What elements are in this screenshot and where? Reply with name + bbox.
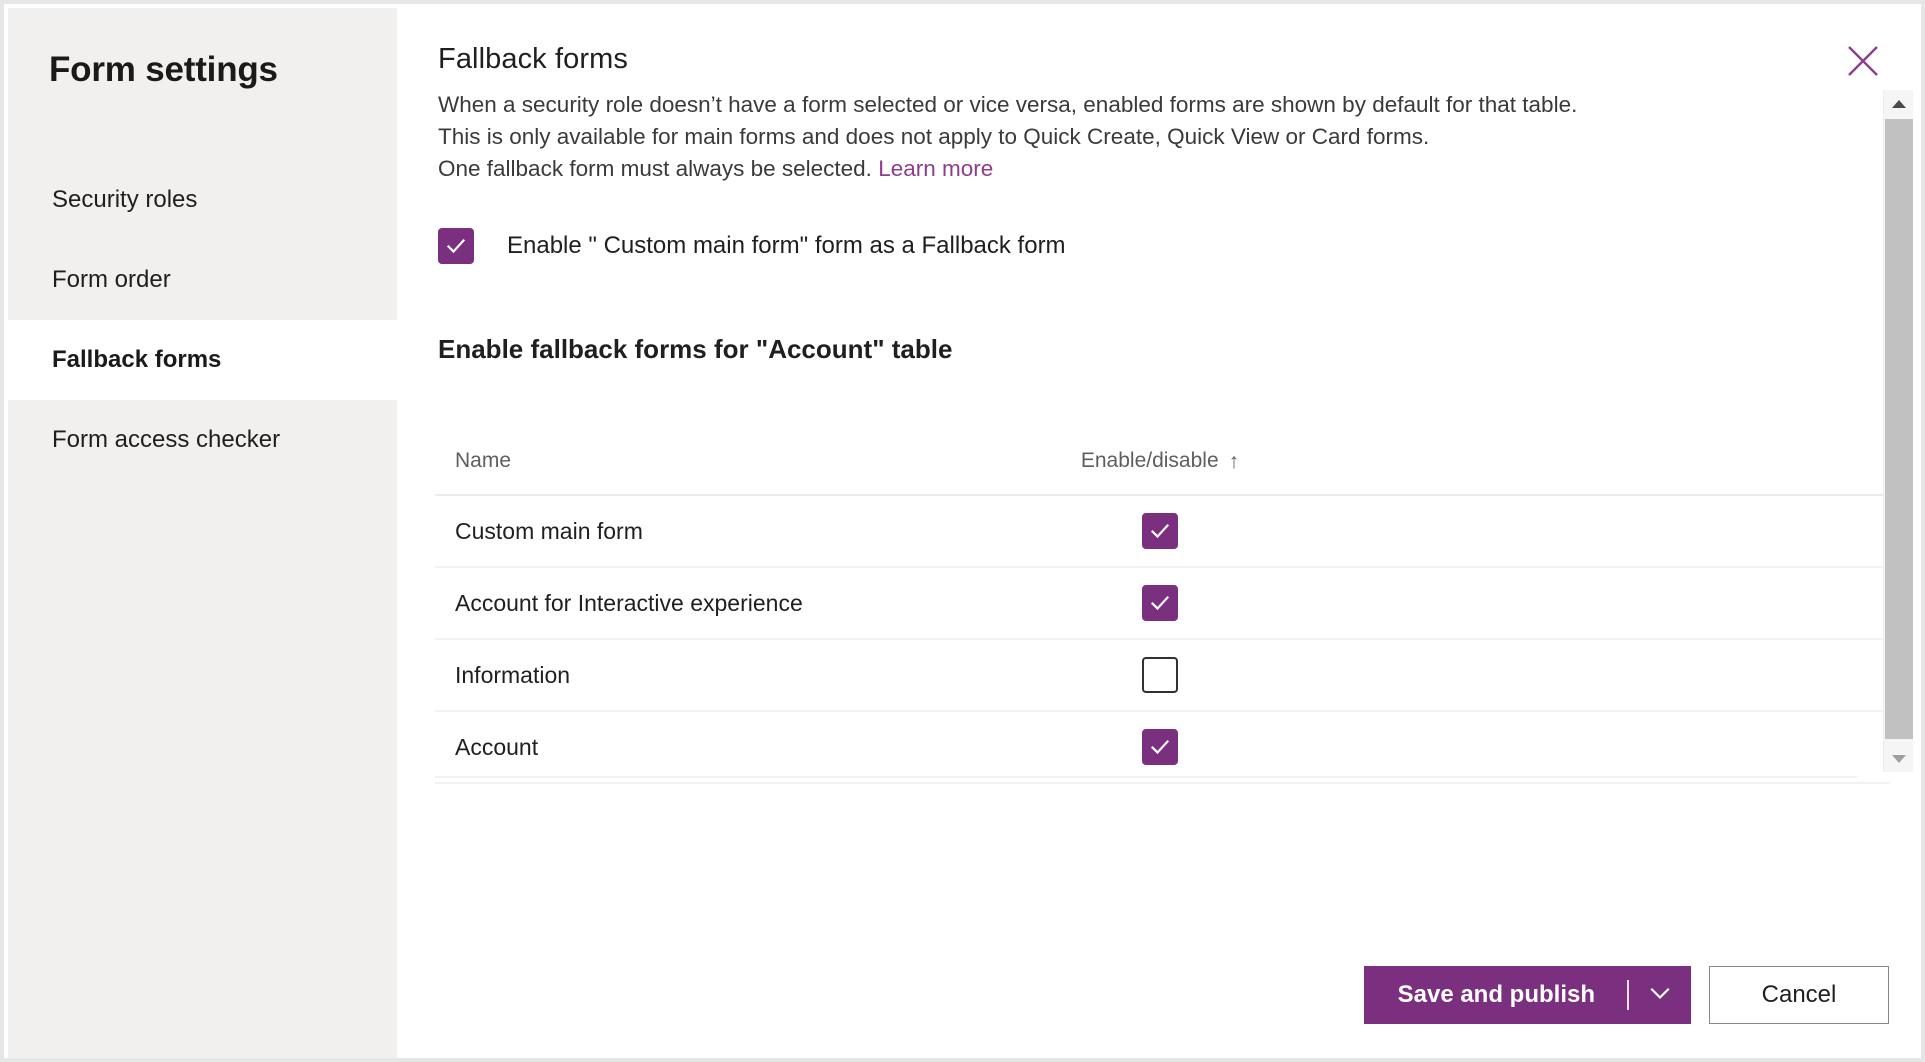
table-cell-enable <box>1045 585 1275 621</box>
sidebar-item-form-access-checker[interactable]: Form access checker <box>8 400 397 480</box>
dialog-footer: Save and publish Cancel <box>1364 966 1889 1024</box>
split-button-divider <box>1627 980 1629 1010</box>
save-and-publish-button[interactable]: Save and publish <box>1364 981 1627 1009</box>
checkmark-icon <box>1149 736 1171 758</box>
sidebar-item-label: Form order <box>52 266 171 294</box>
table-cell-enable <box>1045 657 1275 693</box>
table-cell-name: Account for Interactive experience <box>435 590 1045 617</box>
fallback-forms-table: Name Enable/disable ↑ Custom main form <box>435 428 1890 784</box>
chevron-up-icon <box>1892 100 1906 108</box>
sidebar-item-label: Fallback forms <box>52 346 221 374</box>
table-row[interactable]: Information <box>435 640 1890 712</box>
description-line-3-text: One fallback form must always be selecte… <box>438 156 872 181</box>
save-and-publish-menu-button[interactable] <box>1629 966 1691 1024</box>
table-cell-name: Account <box>435 734 1045 761</box>
enable-fallback-checkbox-row[interactable]: Enable " Custom main form" form as a Fal… <box>438 228 1066 264</box>
scroll-up-button[interactable] <box>1884 90 1913 117</box>
learn-more-link[interactable]: Learn more <box>878 156 993 181</box>
footer-divider <box>435 776 1857 778</box>
sidebar-item-form-order[interactable]: Form order <box>8 240 397 320</box>
row-enable-checkbox[interactable] <box>1142 657 1178 693</box>
form-settings-dialog: Form settings Security roles Form order … <box>0 0 1925 1062</box>
row-enable-checkbox[interactable] <box>1142 585 1178 621</box>
checkmark-icon <box>1149 520 1171 542</box>
row-enable-checkbox[interactable] <box>1142 513 1178 549</box>
table-cell-enable <box>1045 513 1275 549</box>
scroll-down-button[interactable] <box>1884 745 1913 772</box>
column-header-name[interactable]: Name <box>435 449 1045 473</box>
checkmark-icon <box>445 235 467 257</box>
panel-title: Fallback forms <box>438 43 1917 76</box>
vertical-scrollbar[interactable] <box>1883 90 1913 772</box>
chevron-down-icon <box>1647 980 1673 1011</box>
description-line-3: One fallback form must always be selecte… <box>438 153 1858 185</box>
sidebar-item-label: Security roles <box>52 186 197 214</box>
column-header-enable-disable-label: Enable/disable <box>1081 449 1219 473</box>
checkmark-icon <box>1149 592 1171 614</box>
table-cell-name: Custom main form <box>435 518 1045 545</box>
scrollbar-thumb[interactable] <box>1885 119 1913 739</box>
table-row[interactable]: Account <box>435 712 1890 784</box>
section-heading: Enable fallback forms for "Account" tabl… <box>438 334 952 365</box>
page-title: Form settings <box>49 50 278 90</box>
sidebar-nav: Security roles Form order Fallback forms… <box>8 160 397 480</box>
close-button[interactable] <box>1836 34 1890 88</box>
table-cell-enable <box>1045 729 1275 765</box>
description-line-1: When a security role doesn’t have a form… <box>438 89 1858 121</box>
panel-header: Fallback forms <box>438 43 1917 76</box>
sidebar-item-fallback-forms[interactable]: Fallback forms <box>8 320 397 400</box>
cancel-button[interactable]: Cancel <box>1709 966 1889 1024</box>
sidebar: Form settings Security roles Form order … <box>8 8 397 1062</box>
content-panel: Fallback forms When a security role does… <box>397 8 1917 1054</box>
sidebar-item-security-roles[interactable]: Security roles <box>8 160 397 240</box>
panel-description: When a security role doesn’t have a form… <box>438 89 1858 185</box>
enable-fallback-checkbox[interactable] <box>438 228 474 264</box>
sidebar-item-label: Form access checker <box>52 426 280 454</box>
sort-ascending-icon: ↑ <box>1229 451 1240 472</box>
table-header-row: Name Enable/disable ↑ <box>435 428 1890 496</box>
column-header-enable-disable[interactable]: Enable/disable ↑ <box>1045 449 1275 473</box>
table-row[interactable]: Custom main form <box>435 496 1890 568</box>
enable-fallback-checkbox-label: Enable " Custom main form" form as a Fal… <box>507 232 1066 260</box>
table-cell-name: Information <box>435 662 1045 689</box>
table-row[interactable]: Account for Interactive experience <box>435 568 1890 640</box>
description-line-2: This is only available for main forms an… <box>438 121 1858 153</box>
close-icon <box>1846 44 1880 78</box>
save-and-publish-split-button[interactable]: Save and publish <box>1364 966 1691 1024</box>
row-enable-checkbox[interactable] <box>1142 729 1178 765</box>
chevron-down-icon <box>1892 755 1906 763</box>
